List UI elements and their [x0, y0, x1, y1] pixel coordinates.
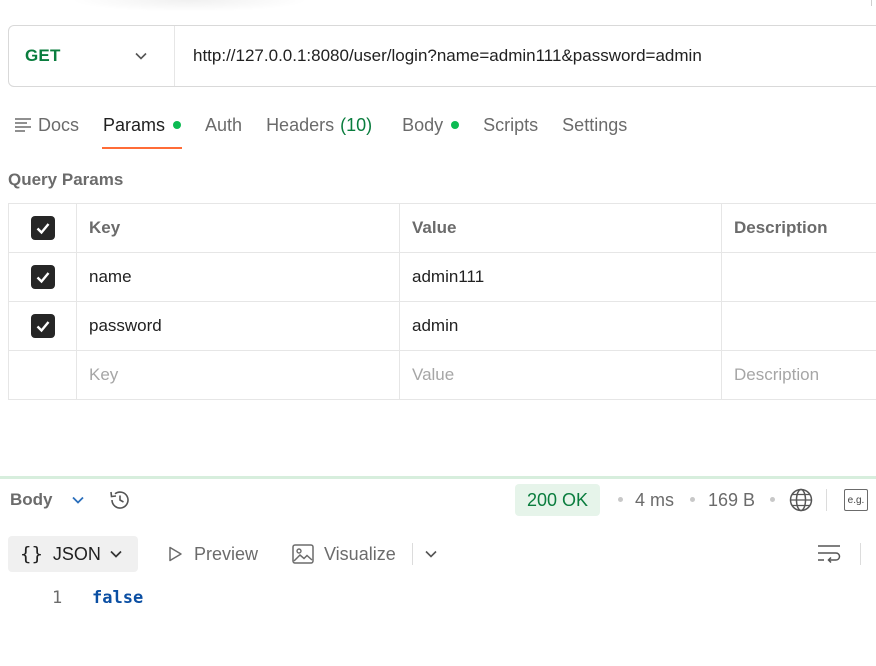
param-value-cell[interactable]: admin: [399, 301, 722, 351]
preview-label: Preview: [194, 543, 259, 564]
check-icon: [36, 272, 49, 284]
line-number: 1: [52, 588, 63, 608]
top-shadow: [70, 0, 310, 12]
chevron-down-icon: [135, 52, 147, 60]
table-header-row: Key Value Description: [8, 203, 876, 253]
param-description-cell[interactable]: [721, 252, 876, 302]
tab-docs[interactable]: Docs: [14, 110, 79, 140]
response-time[interactable]: 4 ms: [635, 484, 674, 516]
braces-icon: {}: [20, 543, 43, 565]
json-value: false: [92, 588, 144, 608]
table-row-new: Key Value Description: [8, 350, 876, 400]
chevron-down-icon[interactable]: [424, 547, 438, 561]
status-badge[interactable]: 200 OK: [515, 484, 601, 516]
image-icon: [292, 544, 314, 564]
new-description-input[interactable]: Description: [721, 350, 876, 400]
tab-docs-label: Docs: [38, 114, 80, 135]
tab-settings-label: Settings: [562, 114, 628, 135]
response-body-label: Body: [10, 490, 53, 509]
param-key-cell[interactable]: password: [76, 301, 400, 351]
tab-body[interactable]: Body: [402, 110, 460, 140]
value-column-header: Value: [399, 203, 722, 253]
response-format-bar: {} JSON Preview Visualize: [8, 536, 876, 572]
preview-button[interactable]: Preview: [166, 536, 258, 572]
toolbar-divider: [412, 543, 413, 565]
format-label: JSON: [52, 543, 101, 564]
history-icon[interactable]: [107, 487, 133, 513]
response-code-view[interactable]: 1 false: [0, 586, 876, 616]
globe-icon[interactable]: [788, 487, 814, 513]
check-icon: [36, 321, 49, 333]
response-size[interactable]: 169 B: [708, 484, 755, 516]
chevron-down-icon[interactable]: [71, 493, 85, 507]
response-toolbar: Body 200 OK 4 ms 169 B e.g.: [10, 484, 876, 516]
request-url-bar: GET http://127.0.0.1:8080/user/login?nam…: [8, 25, 876, 87]
new-value-input[interactable]: Value: [399, 350, 722, 400]
tab-body-label: Body: [402, 114, 444, 135]
separator-dot: [618, 497, 623, 502]
visualize-label: Visualize: [324, 543, 396, 564]
table-row: name admin111: [8, 252, 876, 302]
tab-auth[interactable]: Auth: [205, 110, 242, 140]
method-selector[interactable]: GET: [9, 26, 175, 86]
query-params-title: Query Params: [8, 170, 124, 189]
check-icon: [36, 223, 49, 235]
tab-scripts-label: Scripts: [483, 114, 539, 135]
body-status-dot: [451, 121, 460, 129]
new-key-input[interactable]: Key: [76, 350, 400, 400]
save-example-button[interactable]: e.g.: [844, 489, 868, 511]
param-key-cell[interactable]: name: [76, 252, 400, 302]
row-checkbox[interactable]: [30, 314, 55, 338]
key-column-header: Key: [76, 203, 400, 253]
tab-scripts[interactable]: Scripts: [483, 110, 538, 140]
request-tabs: Docs Params Auth Headers (10) Body Scrip…: [14, 110, 651, 150]
empty-check-cell: [8, 350, 77, 400]
toolbar-divider: [860, 543, 861, 565]
chevron-down-icon: [110, 550, 122, 558]
param-description-cell[interactable]: [721, 301, 876, 351]
params-status-dot: [173, 121, 182, 129]
format-selector[interactable]: {} JSON: [8, 536, 138, 572]
window-corner: [866, 0, 872, 6]
table-row: password admin: [8, 301, 876, 351]
tab-auth-label: Auth: [205, 114, 243, 135]
select-all-checkbox[interactable]: [30, 216, 55, 240]
param-value-cell[interactable]: admin111: [399, 252, 722, 302]
description-column-header: Description: [721, 203, 876, 253]
visualize-button[interactable]: Visualize: [292, 536, 396, 572]
tab-settings[interactable]: Settings: [562, 110, 627, 140]
word-wrap-icon[interactable]: [816, 542, 842, 566]
url-input[interactable]: http://127.0.0.1:8080/user/login?name=ad…: [175, 46, 876, 66]
row-check-cell: [8, 252, 77, 302]
separator-dot: [770, 497, 775, 502]
separator-dot: [690, 497, 695, 502]
tab-params[interactable]: Params: [102, 110, 183, 149]
pane-resize-handle[interactable]: [0, 476, 876, 479]
query-params-table: Key Value Description name admin111 pass…: [8, 203, 876, 400]
headers-count: (10): [340, 114, 373, 135]
tab-headers[interactable]: Headers (10): [266, 110, 372, 140]
tab-params-label: Params: [103, 114, 166, 135]
tab-headers-label: Headers: [266, 114, 335, 135]
docs-icon: [15, 118, 31, 132]
play-icon: [169, 546, 182, 562]
row-checkbox[interactable]: [30, 265, 55, 289]
row-check-cell: [8, 301, 77, 351]
toolbar-divider: [826, 489, 827, 511]
select-all-cell: [8, 203, 77, 253]
method-label: GET: [25, 46, 61, 65]
